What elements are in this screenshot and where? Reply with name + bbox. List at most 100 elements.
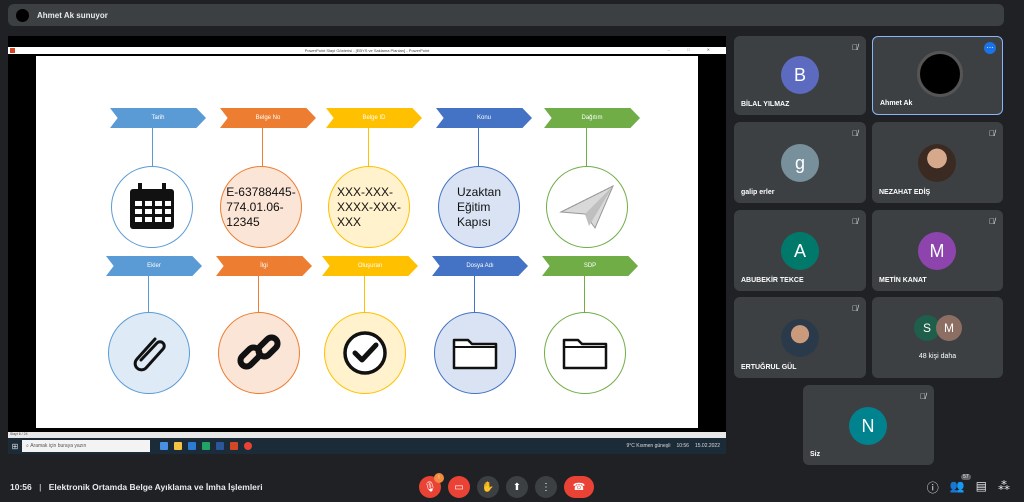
label-belge-no: Belge No: [220, 108, 316, 128]
window-controls[interactable]: – □ ✕: [668, 47, 718, 52]
participant-tile[interactable]: 🎙̸ B BİLAL YILMAZ: [734, 36, 866, 115]
label-tarih: Tarih: [110, 108, 206, 128]
connector: [586, 128, 587, 166]
avatar: M: [936, 315, 962, 341]
avatar-photo: [781, 319, 819, 357]
powerpoint-icon[interactable]: [230, 442, 238, 450]
weather-text: 9°C Kısmen güneşli: [626, 443, 671, 449]
activities-icon[interactable]: ⁂: [998, 479, 1010, 496]
present-screen-icon: ⬆: [512, 481, 522, 493]
slide-area: Tarih Belge No E-63788445- 774.01.06- 12…: [8, 54, 726, 432]
folder-icon: [452, 338, 498, 370]
leave-call-button[interactable]: ☎: [564, 476, 594, 498]
label-ekler: Ekler: [106, 256, 202, 276]
taskbar-search[interactable]: ⌕ Aramak için buraya yazın: [22, 440, 150, 452]
separator: |: [39, 482, 42, 492]
mic-off-icon: 🎙̸: [989, 129, 995, 138]
chat-icon[interactable]: ▤: [976, 479, 987, 496]
circle-konu: Uzaktan Eğitim Kapısı: [438, 166, 520, 248]
connector: [474, 276, 475, 312]
circle-ekler: [108, 312, 190, 394]
app-icon[interactable]: [188, 442, 196, 450]
info-icon[interactable]: ⓘ: [927, 479, 939, 496]
slide-counter: Slayt 6 / 24: [10, 432, 28, 436]
more-participants-tile[interactable]: S M 48 kişi daha: [872, 297, 1003, 378]
camera-off-icon: ▭: [454, 481, 464, 493]
presenter-avatar: [16, 8, 29, 22]
avatar: M: [918, 232, 956, 270]
connector: [478, 128, 479, 166]
self-tile[interactable]: 🎙̸ N Siz: [803, 385, 934, 465]
app-icon[interactable]: [160, 442, 168, 450]
tray-time: 10:56: [676, 443, 689, 449]
system-tray: 9°C Kısmen güneşli 10:56 15.02.2022: [626, 443, 726, 449]
call-controls: 🎙 ! ▭ ✋ ⬆ ⋮ ☎: [419, 473, 594, 498]
participant-tile[interactable]: 🎙̸ M METİN KANAT: [872, 210, 1003, 291]
participant-name: NEZAHAT EDİŞ: [879, 189, 931, 196]
word-icon[interactable]: [216, 442, 224, 450]
chrome-icon[interactable]: [244, 442, 252, 450]
more-options-icon[interactable]: ⋯: [984, 42, 996, 54]
label-belge-id: Belge ID: [326, 108, 422, 128]
presenter-label: Ahmet Ak sunuyor: [37, 10, 108, 20]
participant-tile-active[interactable]: ⋯ Ahmet Ak: [872, 36, 1003, 115]
connector: [364, 276, 365, 312]
meeting-info: 10:56 | Elektronik Ortamda Belge Ayıklam…: [10, 482, 263, 492]
windows-taskbar: ⊞ ⌕ Aramak için buraya yazın 9°C Kısmen …: [8, 438, 726, 454]
more-options-button[interactable]: ⋮: [535, 476, 557, 498]
participant-name: galip erler: [741, 189, 775, 196]
participant-name: ERTUĞRUL GÜL: [741, 364, 797, 371]
participant-name: Siz: [810, 451, 821, 458]
checkmark-icon: [343, 331, 387, 375]
raise-hand-button[interactable]: ✋: [477, 476, 499, 498]
avatar: [917, 51, 963, 97]
participant-name: METİN KANAT: [879, 277, 927, 284]
calendar-icon: [130, 183, 174, 229]
belge-id-text: XXX-XXX- XXXX-XXX- XXX: [336, 184, 402, 229]
circle-tarih: [111, 166, 193, 248]
mic-off-icon: 🎙̸: [920, 392, 926, 401]
warning-badge: !: [434, 473, 444, 483]
meeting-title: Elektronik Ortamda Belge Ayıklama ve İmh…: [48, 482, 263, 492]
hand-icon: ✋: [481, 481, 495, 493]
avatar-photo: [918, 144, 956, 182]
circle-belge-id: XXX-XXX- XXXX-XXX- XXX: [328, 166, 410, 248]
mic-off-icon: 🎙̸: [852, 129, 858, 138]
present-button[interactable]: ⬆: [506, 476, 528, 498]
ppt-titlebar: PowerPoint Slayt Gösterisi - [EBYS ve Sa…: [8, 47, 726, 54]
slide: Tarih Belge No E-63788445- 774.01.06- 12…: [36, 56, 698, 428]
circle-dagitim: [546, 166, 628, 248]
taskbar-search-placeholder: Aramak için buraya yazın: [30, 443, 87, 449]
label-dagitim: Dağıtım: [544, 108, 640, 128]
file-explorer-icon[interactable]: [174, 442, 182, 450]
circle-ilgi: [218, 312, 300, 394]
connector: [152, 128, 153, 166]
participant-count: 57: [961, 474, 971, 480]
mic-off-icon: 🎙: [423, 481, 437, 493]
connector: [368, 128, 369, 166]
avatar: A: [781, 232, 819, 270]
excel-icon[interactable]: [202, 442, 210, 450]
connector: [258, 276, 259, 312]
participant-tile[interactable]: 🎙̸ A ABUBEKİR TEKCE: [734, 210, 866, 291]
participant-name: Ahmet Ak: [880, 100, 913, 107]
people-icon[interactable]: 👥 57: [950, 474, 971, 496]
label-konu: Konu: [436, 108, 532, 128]
belge-no-text: E-63788445- 774.01.06- 12345: [226, 184, 296, 229]
shared-screen: PowerPoint Slayt Gösterisi - [EBYS ve Sa…: [8, 36, 726, 454]
connector: [262, 128, 263, 166]
bottom-bar: 10:56 | Elektronik Ortamda Belge Ayıklam…: [0, 472, 1024, 502]
participant-name: ABUBEKİR TEKCE: [741, 277, 804, 284]
windows-start-icon[interactable]: ⊞: [8, 438, 22, 454]
participant-tile[interactable]: 🎙̸ g galip erler: [734, 122, 866, 203]
folder-icon: [562, 338, 608, 370]
participant-tile[interactable]: 🎙̸ NEZAHAT EDİŞ: [872, 122, 1003, 203]
camera-toggle-button[interactable]: ▭: [448, 476, 470, 498]
tray-date: 15.02.2022: [694, 443, 720, 449]
mic-toggle-button[interactable]: 🎙 !: [419, 473, 444, 498]
side-panel-icons: ⓘ 👥 57 ▤ ⁂: [927, 474, 1010, 496]
paper-plane-icon: [559, 184, 614, 230]
participant-name: BİLAL YILMAZ: [741, 101, 790, 108]
circle-olusturan: [324, 312, 406, 394]
participant-tile[interactable]: 🎙̸ ERTUĞRUL GÜL: [734, 297, 866, 378]
